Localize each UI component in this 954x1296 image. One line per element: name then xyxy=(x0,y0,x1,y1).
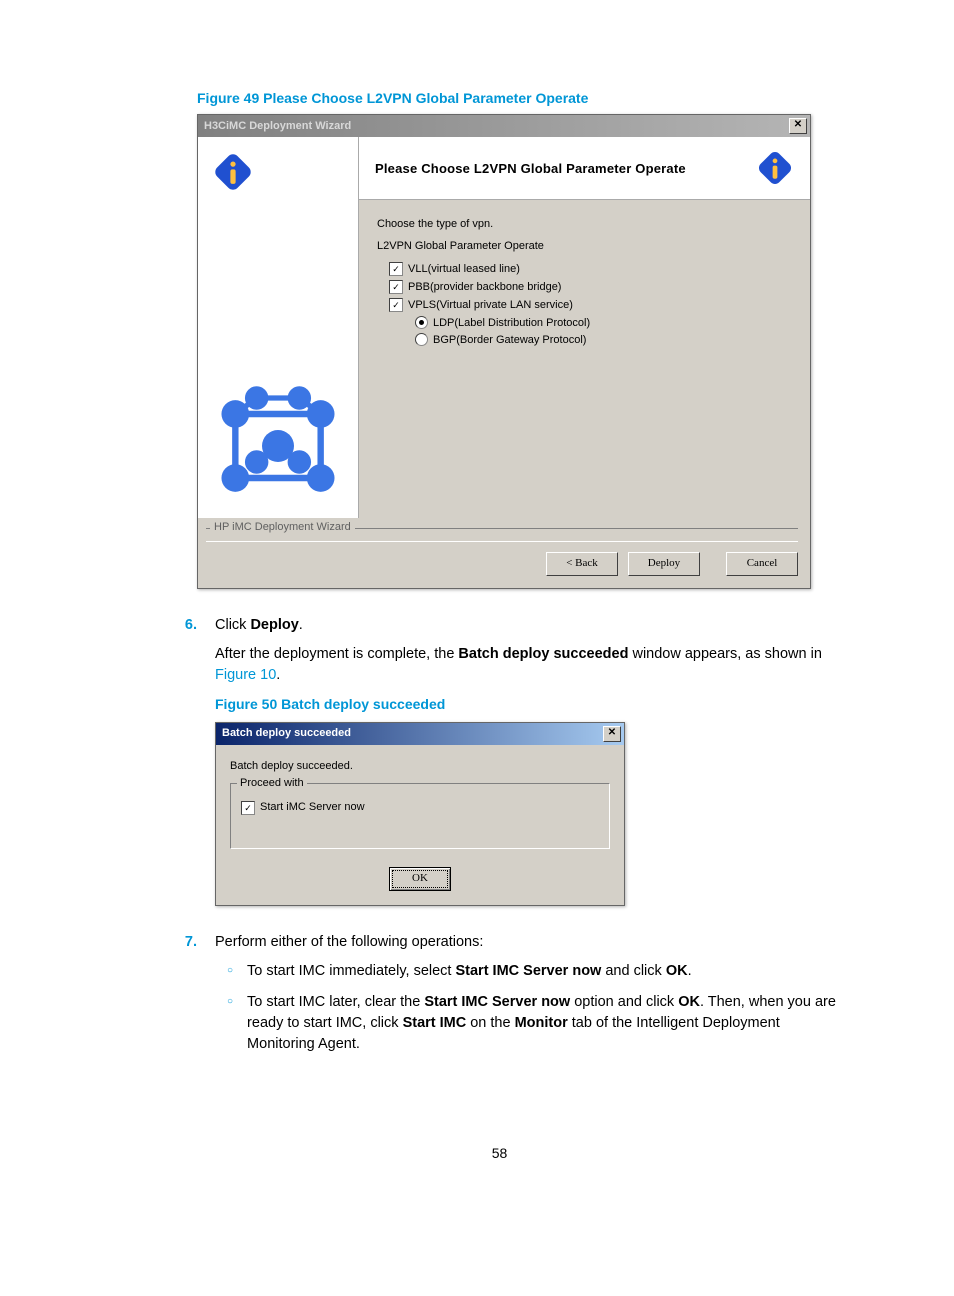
group-label: L2VPN Global Parameter Operate xyxy=(377,240,794,252)
dialog-titlebar[interactable]: Batch deploy succeeded ✕ xyxy=(216,723,624,745)
figure-50-caption: Figure 50 Batch deploy succeeded xyxy=(215,694,844,714)
wizard-step-title: Please Choose L2VPN Global Parameter Ope… xyxy=(375,161,686,176)
deploy-button[interactable]: Deploy xyxy=(628,552,700,576)
text-bold: Start IMC Server now xyxy=(424,994,570,1010)
checkbox-label: PBB(provider backbone bridge) xyxy=(408,281,561,293)
dialog-title: H3CiMC Deployment Wizard xyxy=(204,120,351,132)
step-number: 6. xyxy=(155,615,215,906)
checkbox-vll[interactable]: ✓ VLL(virtual leased line) xyxy=(389,262,794,276)
radio-label: LDP(Label Distribution Protocol) xyxy=(433,317,590,329)
molecule-graphic xyxy=(214,382,342,510)
text: window appears, as shown in xyxy=(628,646,821,662)
page-number: 58 xyxy=(155,1145,844,1161)
checkbox-vpls[interactable]: ✓ VPLS(Virtual private LAN service) xyxy=(389,298,794,312)
text-bold: Start IMC Server now xyxy=(455,963,601,979)
text-bold: Start IMC xyxy=(403,1015,467,1031)
radio-label: BGP(Border Gateway Protocol) xyxy=(433,334,586,346)
text: After the deployment is complete, the xyxy=(215,646,458,662)
text: To start IMC immediately, select xyxy=(247,963,455,979)
text: on the xyxy=(466,1015,514,1031)
text-bold: OK xyxy=(678,994,700,1010)
figure-link[interactable]: Figure 10 xyxy=(215,667,276,683)
checkbox-label: VLL(virtual leased line) xyxy=(408,263,520,275)
text: . xyxy=(276,667,280,683)
footer-legend: HP iMC Deployment Wizard xyxy=(210,521,355,533)
text: option and click xyxy=(570,994,678,1010)
close-icon[interactable]: ✕ xyxy=(789,118,807,134)
text: Click xyxy=(215,617,250,633)
sublist-item-2: ○ To start IMC later, clear the Start IM… xyxy=(227,992,844,1055)
info-icon xyxy=(756,149,794,187)
text-bold: Batch deploy succeeded xyxy=(458,646,628,662)
dialog-titlebar[interactable]: H3CiMC Deployment Wizard ✕ xyxy=(198,115,810,137)
bullet-icon: ○ xyxy=(227,992,233,1055)
group-legend: Proceed with xyxy=(237,776,307,792)
text: . xyxy=(299,617,303,633)
message-text: Batch deploy succeeded. xyxy=(230,759,610,775)
radio-ldp[interactable]: LDP(Label Distribution Protocol) xyxy=(415,316,794,329)
text-bold: OK xyxy=(666,963,688,979)
checkbox-label: Start iMC Server now xyxy=(260,800,365,816)
text: and click xyxy=(601,963,665,979)
close-icon[interactable]: ✕ xyxy=(603,726,621,742)
text: To start IMC later, clear the xyxy=(247,994,424,1010)
checkbox-pbb[interactable]: ✓ PBB(provider backbone bridge) xyxy=(389,280,794,294)
deployment-wizard-dialog: H3CiMC Deployment Wizard ✕ xyxy=(197,114,811,589)
checkbox-start-imc[interactable]: ✓ Start iMC Server now xyxy=(241,800,599,816)
batch-deploy-dialog: Batch deploy succeeded ✕ Batch deploy su… xyxy=(215,722,625,906)
proceed-with-group: Proceed with ✓ Start iMC Server now xyxy=(230,783,610,849)
step-6: 6. Click Deploy. After the deployment is… xyxy=(155,615,844,906)
info-icon xyxy=(212,151,254,193)
step-intro: Perform either of the following operatio… xyxy=(215,932,844,953)
text: . xyxy=(688,963,692,979)
ok-button[interactable]: OK xyxy=(389,867,451,891)
step-number: 7. xyxy=(155,932,215,1065)
figure-49-caption: Figure 49 Please Choose L2VPN Global Par… xyxy=(197,90,844,106)
sublist-item-1: ○ To start IMC immediately, select Start… xyxy=(227,961,844,982)
instruction-text: Choose the type of vpn. xyxy=(377,218,794,230)
back-button[interactable]: < Back xyxy=(546,552,618,576)
text-bold: Monitor xyxy=(515,1015,568,1031)
dialog-title: Batch deploy succeeded xyxy=(222,726,351,742)
cancel-button[interactable]: Cancel xyxy=(726,552,798,576)
bullet-icon: ○ xyxy=(227,961,233,982)
radio-bgp[interactable]: BGP(Border Gateway Protocol) xyxy=(415,333,794,346)
text-bold: Deploy xyxy=(250,617,298,633)
checkbox-label: VPLS(Virtual private LAN service) xyxy=(408,299,573,311)
step-7: 7. Perform either of the following opera… xyxy=(155,932,844,1065)
